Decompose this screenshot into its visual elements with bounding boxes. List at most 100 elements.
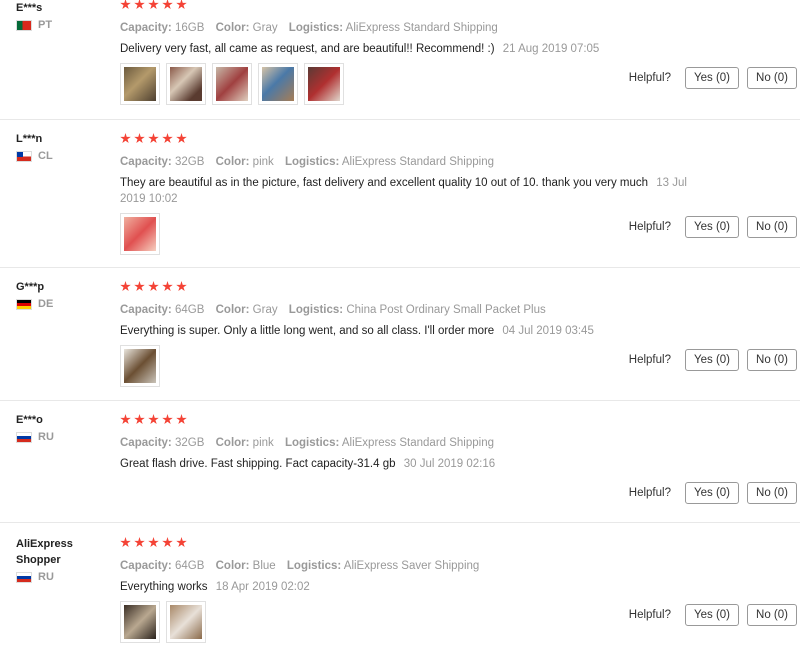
helpful-yes-button[interactable]: Yes (0) [684, 604, 739, 626]
country-code: PT [38, 19, 53, 31]
helpful-label: Helpful? [628, 354, 671, 366]
reviewer-info: E***o RU [16, 412, 111, 443]
reviewer-country: RU [16, 571, 111, 583]
reviewer-country: PT [16, 19, 111, 31]
review-photo[interactable] [166, 63, 206, 105]
star-icon [120, 133, 131, 144]
star-rating [120, 0, 720, 15]
review-photo[interactable] [120, 345, 160, 387]
color-label: Color: [215, 22, 250, 34]
color-value: pink [252, 437, 274, 449]
reviewer-info: L***n CL [16, 131, 111, 162]
review-list: E***s PT Capacity: 16GB Color: Gray Logi… [0, 0, 800, 647]
star-icon [162, 537, 173, 548]
review-photo[interactable] [304, 63, 344, 105]
helpful-no-button[interactable]: No (0) [747, 216, 797, 238]
review-item: G***p DE Capacity: 64GB Color: Gray Logi… [0, 268, 800, 401]
review-photo[interactable] [120, 213, 160, 255]
capacity-label: Capacity: [120, 560, 172, 572]
review-photo[interactable] [212, 63, 252, 105]
capacity-value: 32GB [174, 437, 205, 449]
helpful-yes-button[interactable]: Yes (0) [684, 216, 739, 238]
star-rating [120, 281, 720, 297]
review-item: E***o RU Capacity: 32GB Color: pink Logi… [0, 401, 800, 523]
review-body: Delivery very fast, all came as request,… [120, 43, 495, 55]
helpful-no-button[interactable]: No (0) [747, 67, 797, 89]
star-icon [162, 0, 173, 10]
helpful-yes-button[interactable]: Yes (0) [684, 67, 739, 89]
star-icon [162, 414, 173, 425]
country-code: DE [38, 298, 54, 310]
country-code: RU [38, 431, 54, 443]
star-icon [134, 281, 145, 292]
star-icon [148, 281, 159, 292]
review-text: Delivery very fast, all came as request,… [120, 41, 710, 57]
star-rating [120, 133, 720, 149]
capacity-label: Capacity: [120, 156, 172, 168]
review-photo[interactable] [166, 601, 206, 643]
capacity-label: Capacity: [120, 22, 172, 34]
helpful-label: Helpful? [628, 609, 671, 621]
helpful-no-button[interactable]: No (0) [747, 482, 797, 504]
portugal-flag-icon [16, 19, 32, 31]
star-icon [162, 133, 173, 144]
purchase-attributes: Capacity: 16GB Color: Gray Logistics: Al… [120, 20, 720, 36]
review-photo[interactable] [120, 63, 160, 105]
country-code: RU [38, 571, 54, 583]
capacity-label: Capacity: [120, 304, 172, 316]
review-photo[interactable] [120, 601, 160, 643]
purchase-attributes: Capacity: 64GB Color: Blue Logistics: Al… [120, 558, 720, 574]
russia-flag-icon [16, 571, 32, 583]
review-body: Everything works [120, 581, 208, 593]
helpful-label: Helpful? [628, 72, 671, 84]
star-icon [176, 281, 187, 292]
reviewer-info: AliExpress Shopper RU [16, 536, 111, 583]
reviewer-country: DE [16, 298, 111, 310]
review-text: They are beautiful as in the picture, fa… [120, 175, 710, 207]
logistics-value: AliExpress Standard Shipping [341, 437, 495, 449]
reviewer-info: G***p DE [16, 279, 111, 310]
review-date: 04 Jul 2019 03:45 [502, 325, 594, 337]
russia-flag-icon [16, 431, 32, 443]
reviewer-name: E***s [16, 2, 43, 14]
review-content: Capacity: 64GB Color: Gray Logistics: Ch… [120, 281, 720, 387]
review-item: AliExpress Shopper RU Capacity: 64GB Col… [0, 523, 800, 647]
purchase-attributes: Capacity: 32GB Color: pink Logistics: Al… [120, 435, 720, 451]
color-value: Blue [252, 560, 276, 572]
color-label: Color: [215, 304, 250, 316]
review-body: Great flash drive. Fast shipping. Fact c… [120, 458, 396, 470]
logistics-label: Logistics: [286, 560, 342, 572]
capacity-value: 64GB [174, 304, 205, 316]
reviewer-name: G***p [16, 281, 45, 293]
helpful-yes-button[interactable]: Yes (0) [684, 349, 739, 371]
review-content: Capacity: 16GB Color: Gray Logistics: Al… [120, 0, 720, 105]
review-date: 21 Aug 2019 07:05 [502, 43, 600, 55]
helpful-vote: Helpful? Yes (0) No (0) [629, 216, 797, 238]
star-rating [120, 414, 720, 430]
logistics-label: Logistics: [284, 437, 340, 449]
star-icon [148, 537, 159, 548]
helpful-vote: Helpful? Yes (0) No (0) [629, 349, 797, 371]
review-body: Everything is super. Only a little long … [120, 325, 495, 337]
color-label: Color: [215, 156, 250, 168]
review-text: Everything is super. Only a little long … [120, 323, 710, 339]
star-icon [176, 133, 187, 144]
star-rating [120, 537, 720, 553]
review-photo[interactable] [258, 63, 298, 105]
helpful-yes-button[interactable]: Yes (0) [684, 482, 739, 504]
review-item: E***s PT Capacity: 16GB Color: Gray Logi… [0, 0, 800, 120]
helpful-label: Helpful? [628, 221, 671, 233]
helpful-no-button[interactable]: No (0) [747, 604, 797, 626]
color-value: Gray [252, 304, 278, 316]
star-icon [148, 414, 159, 425]
review-content: Capacity: 32GB Color: pink Logistics: Al… [120, 414, 720, 472]
country-code: CL [38, 150, 53, 162]
chile-flag-icon [16, 150, 32, 162]
logistics-label: Logistics: [288, 22, 344, 34]
color-value: pink [252, 156, 274, 168]
purchase-attributes: Capacity: 32GB Color: pink Logistics: Al… [120, 154, 720, 170]
color-label: Color: [215, 437, 250, 449]
star-icon [134, 414, 145, 425]
review-text: Everything works 18 Apr 2019 02:02 [120, 579, 710, 595]
helpful-no-button[interactable]: No (0) [747, 349, 797, 371]
